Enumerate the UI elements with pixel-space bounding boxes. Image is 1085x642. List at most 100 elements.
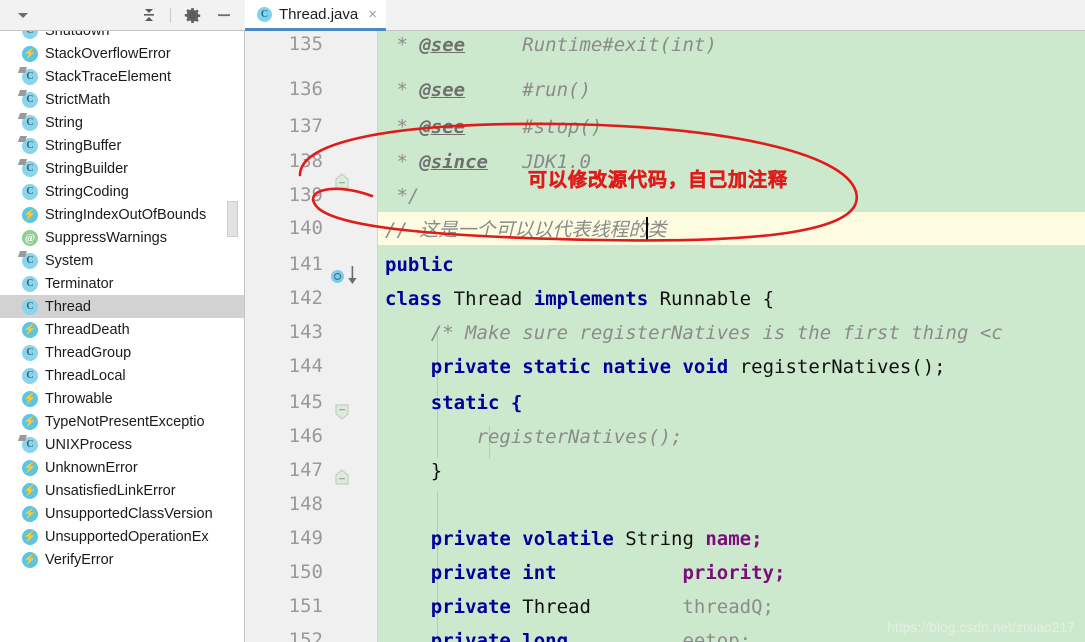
class-icon: C <box>22 68 38 85</box>
tree-item-shutdown[interactable]: C Shutdown <box>0 31 244 42</box>
tree-item-verifyerror[interactable]: ⚡ VerifyError <box>0 548 244 571</box>
tree-item-stringbuilder[interactable]: C StringBuilder <box>0 157 244 180</box>
code-line-145[interactable]: static { <box>378 386 1085 419</box>
javadoc-tag-see[interactable]: @see <box>419 34 465 56</box>
line-number-147: 147 <box>288 459 323 481</box>
tree-item-label: Terminator <box>45 275 114 292</box>
tree-item-stringcoding[interactable]: C StringCoding <box>0 180 244 203</box>
implements-method-marker[interactable] <box>331 266 359 286</box>
exception-icon: ⚡ <box>22 551 38 568</box>
tree-item-strictmath[interactable]: C StrictMath <box>0 88 244 111</box>
code-line-149[interactable]: private volatile String name; <box>378 522 1085 555</box>
code-line-150[interactable]: private int priority; <box>378 556 1085 589</box>
code-line-142[interactable]: class Thread implements Runnable { <box>378 282 1085 315</box>
code-lines[interactable]: * @see Runtime#exit(int) * @see #run() *… <box>378 31 1085 642</box>
tree-item-suppresswarnings[interactable]: @ SuppressWarnings <box>0 226 244 249</box>
java-class-icon: C <box>257 6 272 22</box>
close-icon[interactable]: × <box>368 7 377 22</box>
field-name: name <box>705 527 752 550</box>
annotation-callout-text: 可以修改源代码，自己加注释 <box>528 170 789 192</box>
toolbar-divider <box>170 7 171 23</box>
project-tree-panel[interactable]: C Shutdown ⚡ StackOverflowError C StackTraceE… <box>0 31 245 642</box>
tree-item-stacktraceelement[interactable]: C StackTraceElement <box>0 65 244 88</box>
class-icon: C <box>22 275 38 292</box>
type-thread: Thread <box>522 595 591 618</box>
tree-item-unknownerror[interactable]: ⚡ UnknownError <box>0 456 244 479</box>
fold-marker-icon[interactable] <box>335 404 349 420</box>
javadoc-tag-since[interactable]: @since <box>419 151 488 173</box>
code-line-148[interactable] <box>378 488 1085 521</box>
class-icon: C <box>22 91 38 108</box>
line-number-141: 141 <box>288 253 323 275</box>
tree-item-label: ThreadDeath <box>45 321 130 338</box>
class-icon: C <box>22 114 38 131</box>
code-line-147[interactable]: } <box>378 454 1085 487</box>
type-string: String <box>625 527 694 550</box>
fold-marker-icon[interactable] <box>335 469 349 485</box>
exception-icon: ⚡ <box>22 528 38 545</box>
code-line-137[interactable]: * @see #stop() <box>378 110 1085 143</box>
code-line-151[interactable]: private Thread threadQ; <box>378 590 1085 623</box>
code-editor[interactable]: 135 136 137 138 139 140 141 142 143 144 145 146 147 1… <box>245 31 1085 642</box>
tree-item-string[interactable]: C String <box>0 111 244 134</box>
keyword-implements: implements <box>533 287 649 310</box>
tree-item-unsupportedoperationex[interactable]: ⚡ UnsupportedOperationEx <box>0 525 244 548</box>
tab-label: Thread.java <box>279 5 359 23</box>
tree-item-throwable[interactable]: ⚡ Throwable <box>0 387 244 410</box>
line-number-135: 135 <box>288 33 323 55</box>
minimize-icon[interactable] <box>213 4 235 26</box>
tree-item-unixprocess[interactable]: C UNIXProcess <box>0 433 244 456</box>
tab-thread-java[interactable]: C Thread.java × <box>245 0 386 31</box>
tree-item-threadlocal[interactable]: C ThreadLocal <box>0 364 244 387</box>
tree-item-threadgroup[interactable]: C ThreadGroup <box>0 341 244 364</box>
line-number-139: 139 <box>288 184 323 206</box>
tree-item-label: ThreadGroup <box>45 344 132 361</box>
tree-item-unsatisfiedlinkerror[interactable]: ⚡ UnsatisfiedLinkError <box>0 479 244 502</box>
tree-item-terminator[interactable]: C Terminator <box>0 272 244 295</box>
tree-item-stackoverflowerror[interactable]: ⚡ StackOverflowError <box>0 42 244 65</box>
code-line-146[interactable]: registerNatives(); <box>378 420 1085 453</box>
line-number-144: 144 <box>288 355 323 377</box>
tree-item-stringbuffer[interactable]: C StringBuffer <box>0 134 244 157</box>
tree-item-label: UnsupportedClassVersion <box>45 505 213 522</box>
tree-item-threaddeath[interactable]: ⚡ ThreadDeath <box>0 318 244 341</box>
field-threadq: threadQ <box>682 595 763 618</box>
line-number-137: 137 <box>288 115 323 137</box>
line-number-145: 145 <box>288 391 323 413</box>
tree-item-label: StringIndexOutOfBounds <box>45 206 207 223</box>
keyword-class: class <box>385 287 443 310</box>
javadoc-ref: #stop() <box>522 115 603 138</box>
code-line-143[interactable]: /* Make sure registerNatives is the firs… <box>378 316 1085 349</box>
tree-item-thread[interactable]: C Thread <box>0 295 244 318</box>
code-line-144[interactable]: private static native void registerNativ… <box>378 350 1085 383</box>
tree-item-label: UnsupportedOperationEx <box>45 528 209 545</box>
tree-item-system[interactable]: C System <box>0 249 244 272</box>
keyword-public: public <box>385 253 454 276</box>
keyword-native: native <box>602 355 672 378</box>
sidebar-scrollbar-thumb[interactable] <box>227 201 238 237</box>
ide-window: C Thread.java × C Shutdown ⚡ StackOverflowE… <box>0 0 1085 642</box>
brace-close: } <box>430 459 443 482</box>
line-number-146: 146 <box>288 425 323 447</box>
annotation-icon: @ <box>22 229 38 246</box>
line-number-136: 136 <box>288 78 323 100</box>
fold-marker-icon[interactable] <box>335 173 349 189</box>
chevron-down-icon[interactable] <box>12 4 34 26</box>
tree-item-unsupportedclassversion[interactable]: ⚡ UnsupportedClassVersion <box>0 502 244 525</box>
tree-item-label: UnknownError <box>45 459 138 476</box>
code-line-140[interactable]: // 这是一个可以以代表线程的类 <box>378 212 1085 245</box>
gear-icon[interactable] <box>181 4 203 26</box>
tree-item-stringindexoutofbounds[interactable]: ⚡ StringIndexOutOfBounds <box>0 203 244 226</box>
tree-item-typenotpresentexceptio[interactable]: ⚡ TypeNotPresentExceptio <box>0 410 244 433</box>
semicolon: ; <box>751 527 763 550</box>
collapse-all-icon[interactable] <box>138 4 160 26</box>
class-icon: C <box>22 436 38 453</box>
code-line-136[interactable]: * @see #run() <box>378 73 1085 106</box>
code-line-141[interactable]: public <box>378 248 1085 281</box>
editor-gutter[interactable]: 135 136 137 138 139 140 141 142 143 144 145 146 147 1… <box>245 31 378 642</box>
code-line-135[interactable]: * @see Runtime#exit(int) <box>378 31 1085 61</box>
type-runnable: Runnable <box>659 287 752 310</box>
line-number-152: 152 <box>288 629 323 642</box>
javadoc-tag-see[interactable]: @see <box>419 116 465 138</box>
javadoc-tag-see[interactable]: @see <box>419 79 465 101</box>
